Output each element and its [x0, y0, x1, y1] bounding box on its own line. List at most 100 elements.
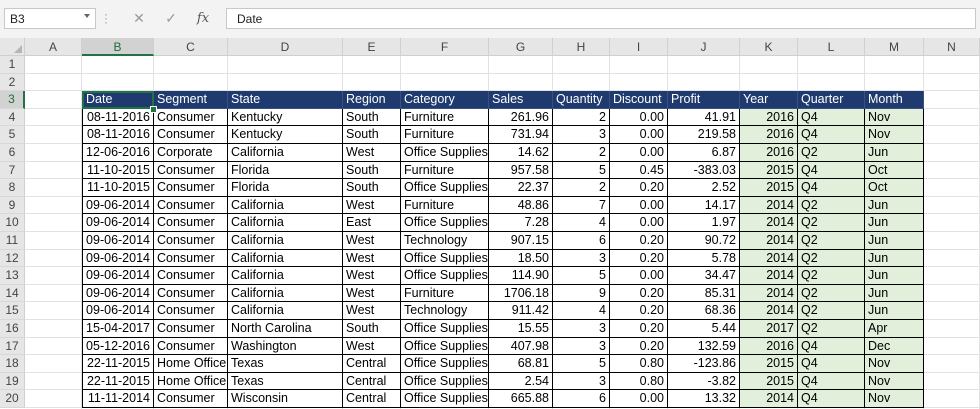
table-cell[interactable]: California	[228, 196, 343, 215]
table-cell[interactable]: 0.00	[610, 126, 668, 144]
table-cell[interactable]: Dec	[865, 337, 924, 356]
table-cell[interactable]: 0.00	[610, 196, 668, 215]
table-cell[interactable]: 0.45	[610, 161, 668, 180]
table-cell[interactable]: 2.54	[489, 372, 553, 391]
column-header-d[interactable]: D	[228, 38, 343, 56]
table-cell[interactable]: Consumer	[154, 267, 228, 285]
table-cell[interactable]: Texas	[228, 372, 343, 391]
table-cell[interactable]: 2017	[740, 319, 798, 338]
table-cell[interactable]: 0.20	[610, 302, 668, 320]
table-cell[interactable]: Furniture	[401, 284, 489, 303]
table-cell[interactable]: Q2	[798, 249, 865, 268]
table-cell[interactable]: 11-10-2015	[82, 179, 154, 197]
table-cell[interactable]: Office Supplies	[401, 372, 489, 391]
table-cell[interactable]: 6	[553, 390, 610, 408]
table-cell[interactable]: 132.59	[668, 337, 740, 356]
header-cell[interactable]: Discount	[610, 91, 668, 109]
table-cell[interactable]: 0.80	[610, 355, 668, 373]
table-cell[interactable]: 665.88	[489, 390, 553, 408]
table-cell[interactable]: Nov	[865, 390, 924, 408]
table-cell[interactable]: 6	[553, 231, 610, 250]
table-cell[interactable]: Office Supplies	[401, 249, 489, 268]
table-cell[interactable]: Consumer	[154, 108, 228, 127]
chevron-down-icon[interactable]	[84, 14, 90, 18]
row-header-5[interactable]: 5	[0, 126, 25, 144]
table-cell[interactable]: 09-06-2014	[82, 284, 154, 303]
column-header-a[interactable]: A	[25, 38, 82, 56]
table-cell[interactable]: 2	[553, 108, 610, 127]
row-header-15[interactable]: 15	[0, 302, 25, 320]
more-dots-icon[interactable]: · · ·	[104, 8, 108, 28]
row-header-11[interactable]: 11	[0, 232, 25, 250]
table-cell[interactable]: 3	[553, 126, 610, 144]
table-cell[interactable]: 22-11-2015	[82, 372, 154, 391]
table-cell[interactable]: 12-06-2016	[82, 143, 154, 162]
table-cell[interactable]: Consumer	[154, 249, 228, 268]
header-cell[interactable]: Quantity	[553, 91, 610, 109]
enter-icon[interactable]: ✓	[156, 8, 186, 29]
column-header-n[interactable]: N	[924, 38, 980, 56]
table-cell[interactable]: 11-10-2015	[82, 161, 154, 180]
table-cell[interactable]: 6.87	[668, 143, 740, 162]
table-cell[interactable]: 731.94	[489, 126, 553, 144]
header-cell[interactable]: Year	[740, 91, 798, 109]
row-header-7[interactable]: 7	[0, 161, 25, 180]
table-cell[interactable]: 48.86	[489, 196, 553, 215]
header-cell[interactable]: Quarter	[798, 91, 865, 109]
row-header-18[interactable]: 18	[0, 355, 25, 373]
table-cell[interactable]: 0.20	[610, 337, 668, 356]
table-cell[interactable]: West	[343, 249, 401, 268]
table-cell[interactable]: 4	[553, 302, 610, 320]
table-cell[interactable]: 2014	[740, 302, 798, 320]
table-cell[interactable]: 15-04-2017	[82, 319, 154, 338]
table-cell[interactable]: Jun	[865, 267, 924, 285]
table-cell[interactable]: Nov	[865, 355, 924, 373]
table-cell[interactable]: Office Supplies	[401, 319, 489, 338]
table-cell[interactable]: Office Supplies	[401, 355, 489, 373]
column-header-k[interactable]: K	[740, 38, 798, 56]
table-cell[interactable]: Q2	[798, 231, 865, 250]
table-cell[interactable]: 34.47	[668, 267, 740, 285]
table-cell[interactable]: 11-11-2014	[82, 390, 154, 408]
table-cell[interactable]: California	[228, 267, 343, 285]
table-cell[interactable]: Consumer	[154, 390, 228, 408]
name-box[interactable]: B3	[4, 8, 96, 29]
table-cell[interactable]: 0.00	[610, 267, 668, 285]
column-header-i[interactable]: I	[610, 38, 668, 56]
table-cell[interactable]: 907.15	[489, 231, 553, 250]
table-cell[interactable]: West	[343, 267, 401, 285]
table-cell[interactable]: Office Supplies	[401, 214, 489, 232]
table-cell[interactable]: Jun	[865, 284, 924, 303]
table-cell[interactable]: Consumer	[154, 179, 228, 197]
table-cell[interactable]: 0.00	[610, 390, 668, 408]
table-cell[interactable]: 14.62	[489, 143, 553, 162]
table-cell[interactable]: 2014	[740, 284, 798, 303]
table-cell[interactable]: 85.31	[668, 284, 740, 303]
table-cell[interactable]: 0.00	[610, 108, 668, 127]
table-cell[interactable]: South	[343, 179, 401, 197]
row-header-10[interactable]: 10	[0, 214, 25, 232]
table-cell[interactable]: Consumer	[154, 126, 228, 144]
column-header-f[interactable]: F	[401, 38, 489, 56]
table-cell[interactable]: 5	[553, 267, 610, 285]
header-cell[interactable]: Profit	[668, 91, 740, 109]
table-cell[interactable]: 2014	[740, 249, 798, 268]
header-cell[interactable]: Date	[82, 91, 154, 109]
table-cell[interactable]: South	[343, 108, 401, 127]
table-cell[interactable]: Q2	[798, 196, 865, 215]
table-cell[interactable]: 05-12-2016	[82, 337, 154, 356]
table-cell[interactable]: Q4	[798, 372, 865, 391]
row-header-2[interactable]: 2	[0, 73, 25, 92]
table-cell[interactable]: Q4	[798, 390, 865, 408]
table-cell[interactable]: 2016	[740, 337, 798, 356]
formula-input[interactable]: Date	[226, 8, 976, 29]
table-cell[interactable]: 09-06-2014	[82, 302, 154, 320]
table-cell[interactable]: 3	[553, 372, 610, 391]
table-cell[interactable]: 3	[553, 319, 610, 338]
select-all-button[interactable]	[0, 38, 25, 56]
table-cell[interactable]: 2014	[740, 267, 798, 285]
table-cell[interactable]: 2014	[740, 390, 798, 408]
table-cell[interactable]: Consumer	[154, 302, 228, 320]
table-cell[interactable]: California	[228, 143, 343, 162]
table-cell[interactable]: Q2	[798, 143, 865, 162]
